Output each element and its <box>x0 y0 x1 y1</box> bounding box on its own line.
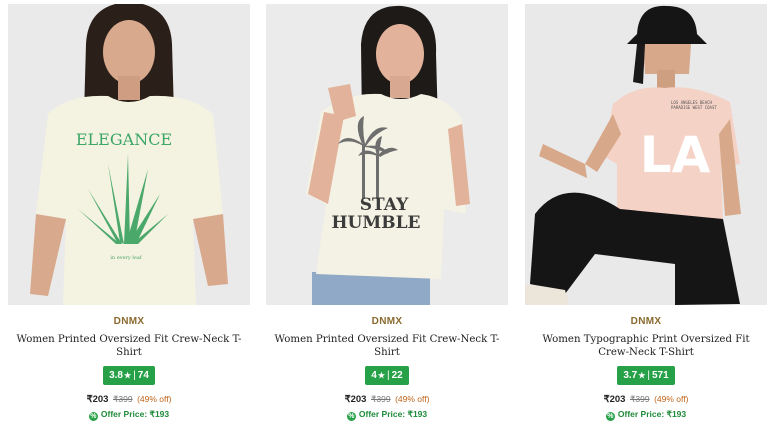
rating-badge[interactable]: 3.7★ | 571 <box>617 366 675 385</box>
offer-icon: % <box>346 412 356 421</box>
discount-label: (49% off) <box>137 394 172 404</box>
rating-separator: | <box>387 370 390 381</box>
rating-badge[interactable]: 4★ | 22 <box>365 366 409 385</box>
rating-value: 4 <box>371 370 377 381</box>
print-text-line-2: HUMBLE <box>332 213 421 233</box>
print-text: ELEGANCE <box>76 130 172 149</box>
offer-text: Offer Price: ₹193 <box>100 409 170 419</box>
product-title[interactable]: Women Typographic Print Oversized Fit Cr… <box>525 333 767 359</box>
offer-price: % Offer Price: ₹193 <box>525 409 767 421</box>
price-row: ₹203 ₹399 (49% off) <box>525 394 767 405</box>
star-icon: ★ <box>638 371 646 380</box>
offer-icon: % <box>88 412 98 421</box>
brand-name[interactable]: DNMX <box>266 316 508 327</box>
discount-label: (49% off) <box>395 394 430 404</box>
print-subtext: in every leaf <box>110 255 142 261</box>
review-count: 571 <box>652 370 669 381</box>
print-text-line-1: STAY <box>360 195 409 215</box>
brand-name[interactable]: DNMX <box>8 316 250 327</box>
discount-label: (49% off) <box>654 394 689 404</box>
star-icon: ★ <box>124 371 132 380</box>
rating-badge[interactable]: 3.8★ | 74 <box>103 366 155 385</box>
current-price: ₹203 <box>344 394 367 405</box>
offer-price: % Offer Price: ₹193 <box>266 409 508 421</box>
mrp-price: ₹399 <box>370 394 391 404</box>
mrp-price: ₹399 <box>112 394 133 404</box>
star-icon: ★ <box>377 371 385 380</box>
current-price: ₹203 <box>603 394 626 405</box>
rating-value: 3.7 <box>623 370 638 381</box>
review-count: 74 <box>137 370 149 381</box>
rating-separator: | <box>647 370 650 381</box>
product-card[interactable]: LA LOS ANGELES BEACH PARADISE WEST COAST… <box>525 4 767 421</box>
product-title[interactable]: Women Printed Oversized Fit Crew-Neck T-… <box>8 333 250 359</box>
product-card[interactable]: STAY HUMBLE DNMX Women Printed Oversized… <box>266 4 508 421</box>
price-row: ₹203 ₹399 (49% off) <box>8 394 250 405</box>
current-price: ₹203 <box>86 394 109 405</box>
offer-text: Offer Price: ₹193 <box>617 409 687 419</box>
offer-price: % Offer Price: ₹193 <box>8 409 250 421</box>
mrp-price: ₹399 <box>629 394 650 404</box>
offer-text: Offer Price: ₹193 <box>358 409 428 419</box>
product-image[interactable]: ELEGANCE in every leaf <box>8 4 250 305</box>
product-image[interactable]: LA LOS ANGELES BEACH PARADISE WEST COAST <box>525 4 767 305</box>
price-row: ₹203 ₹399 (49% off) <box>266 394 508 405</box>
rating-value: 3.8 <box>109 370 123 381</box>
brand-name[interactable]: DNMX <box>525 316 767 327</box>
print-small-text: LOS ANGELES BEACH PARADISE WEST COAST <box>671 100 717 110</box>
product-title[interactable]: Women Printed Oversized Fit Crew-Neck T-… <box>266 333 508 359</box>
review-count: 22 <box>391 370 403 381</box>
offer-icon: % <box>605 412 615 421</box>
product-card[interactable]: ELEGANCE in every leaf DNMX Women Printe… <box>8 4 250 421</box>
rating-separator: | <box>133 370 136 381</box>
product-image[interactable]: STAY HUMBLE <box>266 4 508 305</box>
